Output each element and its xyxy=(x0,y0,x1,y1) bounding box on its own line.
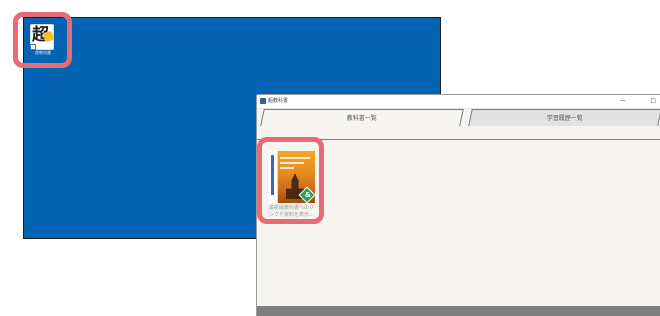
title-bar: 超教科書 — □ xyxy=(257,95,660,109)
window-title: 超教科書 xyxy=(268,98,289,104)
shortcut-highlight xyxy=(13,12,72,68)
tab-textbook-list[interactable]: 教科書一覧 xyxy=(260,109,464,126)
maximize-button[interactable]: □ xyxy=(650,97,656,105)
tab-learning-history[interactable]: 学習履歴一覧 xyxy=(468,109,660,126)
tab-label: 教科書一覧 xyxy=(346,115,377,122)
tab-strip: 教科書一覧 学習履歴一覧 xyxy=(257,109,660,140)
status-bar xyxy=(257,306,660,316)
tab-label: 学習履歴一覧 xyxy=(546,115,583,122)
minimize-button[interactable]: — xyxy=(620,97,626,105)
app-icon xyxy=(260,98,266,104)
textbook-highlight xyxy=(257,137,324,224)
